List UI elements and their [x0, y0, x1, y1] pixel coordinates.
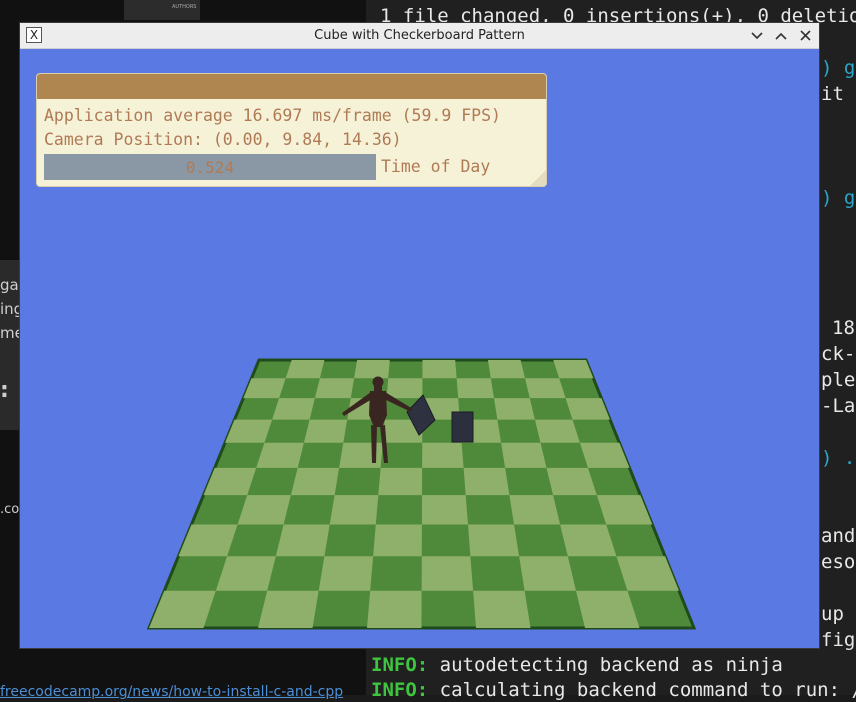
- checker-tile: [367, 590, 422, 628]
- checker-tile: [203, 467, 257, 496]
- fps-text: Application average 16.697 ms/frame (59.…: [44, 106, 501, 125]
- info-message: calculating backend command to run: /u: [428, 679, 856, 701]
- background-link[interactable]: freecodecamp.org/news/how-to-install-c-a…: [0, 684, 343, 700]
- imgui-overlay-panel[interactable]: Application average 16.697 ms/frame (59.…: [36, 73, 547, 187]
- terminal-fragment: it: [821, 83, 844, 105]
- checker-tile: [456, 378, 494, 399]
- terminal-fragment: fig: [821, 629, 856, 651]
- checker-tile: [494, 398, 535, 420]
- checker-tile: [421, 495, 468, 525]
- panel-header[interactable]: [37, 74, 546, 99]
- info-tag: INFO:: [371, 679, 429, 701]
- checker-tile: [534, 419, 580, 443]
- checker-tile: [519, 556, 576, 591]
- slider-value[interactable]: 0.524: [44, 158, 376, 177]
- info-tag: INFO:: [371, 654, 429, 676]
- checker-tile: [275, 524, 330, 557]
- terminal-info-line: INFO: autodetecting backend as ninja: [371, 653, 783, 677]
- checker-tile: [422, 442, 464, 468]
- window-title: Cube with Checkerboard Pattern: [314, 28, 525, 43]
- checker-tile: [272, 398, 315, 420]
- cube-object-2: [451, 411, 474, 443]
- checker-tile: [463, 467, 510, 496]
- checker-tile: [422, 360, 457, 379]
- checker-tile: [354, 360, 390, 379]
- checker-tile: [285, 360, 325, 379]
- terminal-fragment: ple: [821, 369, 856, 391]
- checker-tile: [525, 378, 566, 399]
- close-icon[interactable]: [795, 26, 815, 46]
- thumbnail-text: AUTHORS: [172, 4, 197, 10]
- background-text-4: :: [0, 378, 9, 403]
- terminal-fragment: ck-: [821, 343, 856, 365]
- terminal-fragment: up: [821, 603, 844, 625]
- terminal-fragment: -La: [821, 395, 856, 417]
- terminal-fragment: and: [821, 525, 856, 547]
- checker-tile: [378, 467, 423, 496]
- checker-tile: [290, 467, 340, 496]
- checker-tile: [501, 442, 547, 468]
- checker-tile: [468, 524, 520, 557]
- app-window: X Cube with Checkerboard Pattern Applica…: [19, 22, 820, 649]
- checker-tile: [509, 495, 561, 525]
- checker-tile: [546, 467, 597, 496]
- camera-position-text: Camera Position: (0.00, 9.84, 14.36): [44, 130, 402, 149]
- terminal-fragment: ) .: [821, 447, 856, 469]
- background-text-5: .co: [0, 502, 20, 517]
- info-message: autodetecting backend as ninja: [428, 654, 783, 676]
- window-titlebar[interactable]: X Cube with Checkerboard Pattern: [20, 23, 819, 49]
- checker-tile: [473, 590, 531, 628]
- checker-tile: [318, 556, 374, 591]
- terminal-fragment: 18: [832, 317, 855, 339]
- terminal-info-line: INFO: calculating backend command to run…: [371, 678, 856, 702]
- resize-grip-icon[interactable]: [530, 170, 546, 186]
- terminal-fragment: ) g: [821, 187, 856, 209]
- chevron-up-icon[interactable]: [771, 26, 791, 46]
- checker-tile: [258, 590, 319, 628]
- 3d-viewport[interactable]: Application average 16.697 ms/frame (59.…: [20, 49, 819, 648]
- checker-tile: [256, 442, 304, 468]
- chevron-down-icon[interactable]: [747, 26, 767, 46]
- time-of-day-slider[interactable]: 0.524: [44, 154, 376, 180]
- checker-tile: [386, 378, 423, 399]
- slider-label: Time of Day: [381, 157, 491, 176]
- checker-tile: [487, 360, 525, 379]
- checker-tile: [596, 495, 653, 525]
- checker-tile: [329, 495, 379, 525]
- terminal-fragment: eso: [821, 551, 856, 573]
- checker-tile: [314, 378, 355, 399]
- checker-tile: [421, 556, 474, 591]
- checker-tile: [303, 419, 348, 443]
- terminal-fragment: ) g: [821, 57, 856, 79]
- checker-tile: [373, 524, 422, 557]
- background-thumbnail: AUTHORS: [124, 0, 200, 20]
